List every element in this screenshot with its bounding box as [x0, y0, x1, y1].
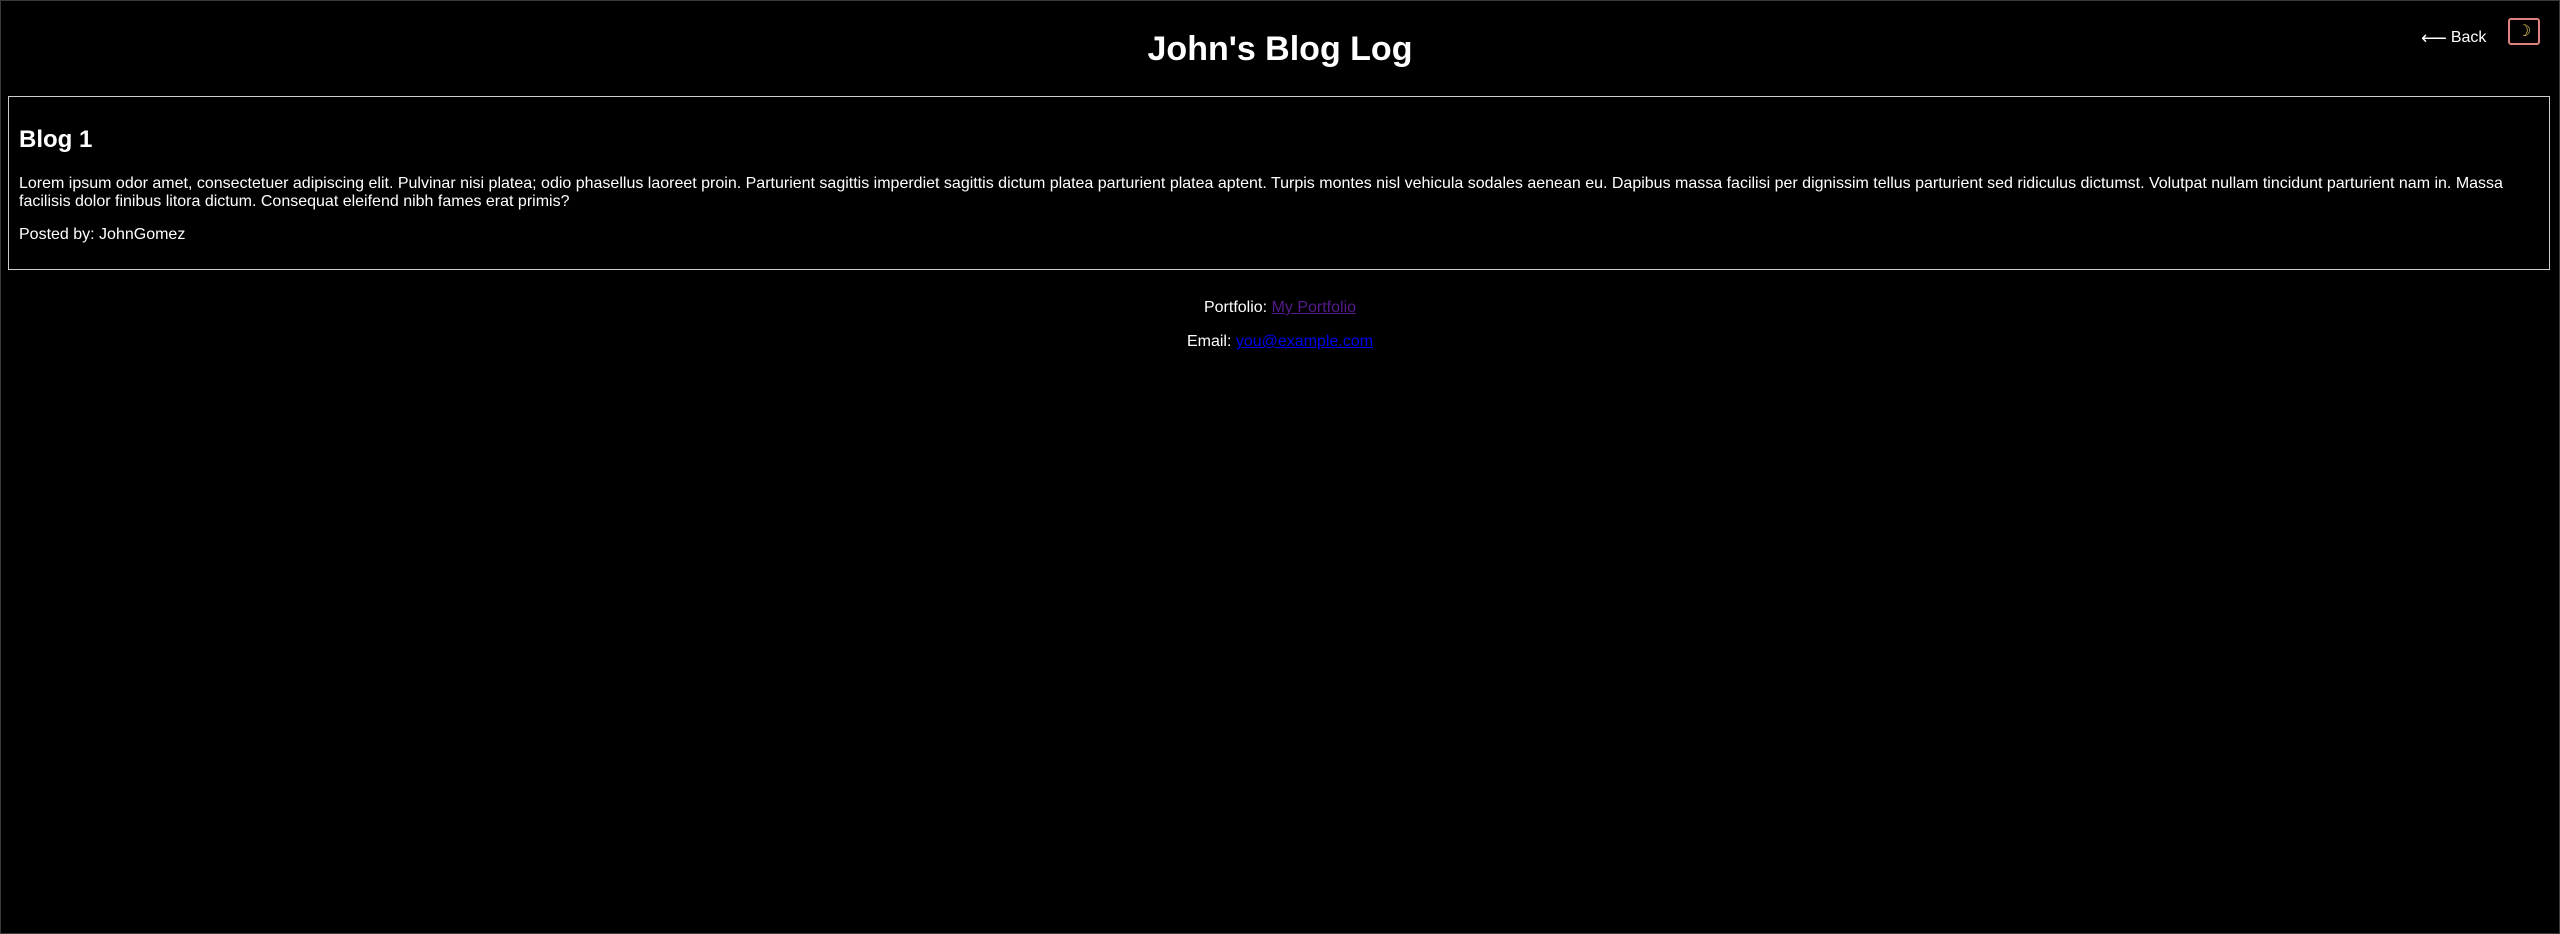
portfolio-line: Portfolio: My Portfolio: [0, 299, 2560, 317]
back-link[interactable]: ⟵ Back: [2421, 28, 2486, 48]
page-title: John's Blog Log: [1147, 30, 1413, 68]
blog-post: Blog 1 Lorem ipsum odor amet, consectetu…: [8, 96, 2550, 270]
blog-body: Lorem ipsum odor amet, consectetuer adip…: [19, 175, 2503, 210]
email-label: Email:: [1186, 333, 1232, 350]
back-arrow-icon: ⟵: [2421, 28, 2447, 48]
blog-author: Posted by: JohnGomez: [19, 226, 186, 243]
email-line: Email: you@example.com: [0, 333, 2560, 351]
theme-toggle-button[interactable]: ☽: [2508, 18, 2540, 45]
footer: Portfolio: My Portfolio Email: you@examp…: [0, 299, 2560, 367]
moon-icon: ☽: [2516, 22, 2532, 40]
portfolio-label: Portfolio:: [1203, 299, 1268, 316]
blog-title: Blog 1: [19, 126, 93, 153]
email-link[interactable]: you@example.com: [1236, 333, 1373, 350]
back-label: Back: [2450, 29, 2487, 46]
portfolio-link[interactable]: My Portfolio: [1272, 299, 1356, 316]
